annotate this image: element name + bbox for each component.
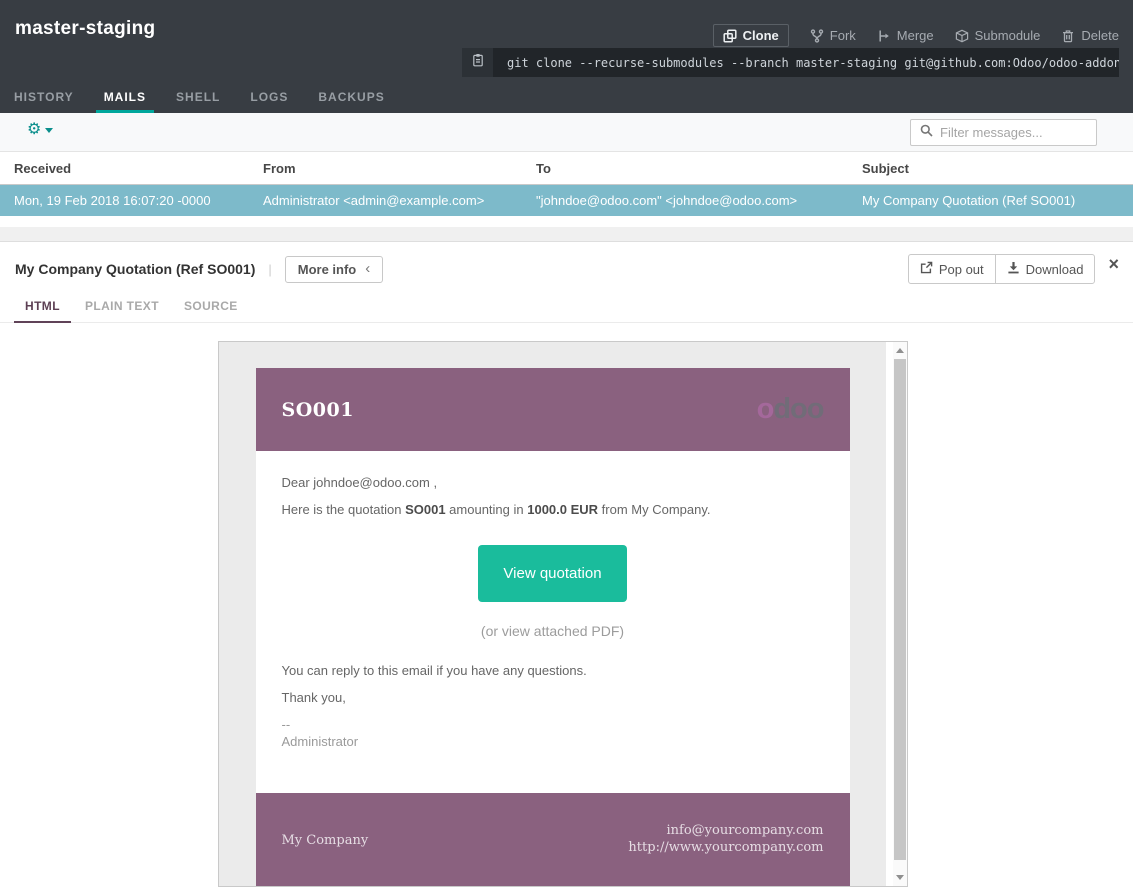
mail-detail-panel: My Company Quotation (Ref SO001) | More … (0, 242, 1133, 893)
tab-mails[interactable]: MAILS (96, 85, 154, 113)
clone-command-bar: git clone --recurse-submodules --branch … (462, 48, 1119, 77)
footer-company: My Company (282, 833, 369, 848)
table-tail (0, 216, 1133, 227)
email-preview-frame: SO001 odoo Dear johndoe@odoo.com , Here … (218, 341, 908, 887)
preview-scrollbar[interactable] (893, 342, 907, 886)
delete-label: Delete (1081, 28, 1119, 43)
email-footer-band: My Company info@yourcompany.com http://w… (256, 793, 850, 886)
mail-view-tabs: HTML PLAIN TEXT SOURCE (0, 293, 1133, 323)
pdf-note: (or view attached PDF) (282, 623, 824, 639)
delete-button[interactable]: Delete (1061, 28, 1119, 43)
column-from: From (249, 161, 522, 176)
download-button[interactable]: Download (995, 254, 1096, 284)
branch-actions: Clone Fork Merge (713, 24, 1119, 47)
download-icon (1007, 261, 1020, 277)
button-row: View quotation (282, 545, 824, 602)
cell-from: Administrator <admin@example.com> (249, 193, 522, 208)
branch-tabs: HISTORY MAILS SHELL LOGS BACKUPS (6, 85, 407, 113)
scroll-down-arrow[interactable] (893, 869, 907, 886)
section-divider (0, 227, 1133, 242)
copy-to-clipboard-button[interactable] (462, 48, 493, 77)
merge-label: Merge (897, 28, 934, 43)
tab-logs[interactable]: LOGS (242, 85, 296, 113)
footer-contact: info@yourcompany.com http://www.yourcomp… (628, 823, 823, 857)
fork-label: Fork (830, 28, 856, 43)
settings-dropdown-button[interactable]: ⚙ (27, 122, 53, 138)
footer-email: info@yourcompany.com (667, 823, 824, 838)
clone-button[interactable]: Clone (713, 24, 789, 47)
filter-messages-box (910, 119, 1097, 146)
cell-to: "johndoe@odoo.com" <johndoe@odoo.com> (522, 193, 848, 208)
external-link-icon (920, 261, 933, 277)
search-icon (920, 124, 933, 142)
pop-out-label: Pop out (939, 262, 984, 277)
tab-shell[interactable]: SHELL (168, 85, 228, 113)
table-row[interactable]: Mon, 19 Feb 2018 16:07:20 -0000 Administ… (0, 185, 1133, 216)
mail-detail-header: My Company Quotation (Ref SO001) | More … (0, 242, 1133, 290)
signature-separator: -- (282, 717, 824, 732)
odoo-logo: odoo (757, 395, 824, 424)
view-quotation-button[interactable]: View quotation (478, 545, 626, 602)
tab-html[interactable]: HTML (14, 293, 71, 323)
branch-title: master-staging (15, 18, 155, 40)
preview-gutter (886, 342, 893, 886)
thanks-line: Thank you, (282, 690, 824, 705)
scrollbar-thumb[interactable] (894, 359, 906, 860)
triangle-down-icon (896, 875, 904, 880)
branch-header: master-staging Clone Fork (0, 0, 1133, 113)
download-label: Download (1026, 262, 1084, 277)
caret-down-icon (45, 128, 53, 133)
submodule-label: Submodule (975, 28, 1041, 43)
clipboard-icon (471, 53, 485, 72)
clone-command-text: git clone --recurse-submodules --branch … (493, 48, 1119, 77)
greeting-line: Dear johndoe@odoo.com , (282, 475, 824, 490)
email-card: SO001 odoo Dear johndoe@odoo.com , Here … (256, 368, 850, 886)
tab-source[interactable]: SOURCE (173, 293, 249, 323)
merge-icon (877, 29, 891, 43)
mail-table: Received From To Subject Mon, 19 Feb 201… (0, 152, 1133, 227)
submodule-icon (955, 29, 969, 43)
tab-plain-text[interactable]: PLAIN TEXT (74, 293, 170, 323)
more-info-button[interactable]: More info ‹ (285, 256, 384, 283)
detail-header-actions: Pop out Download × (908, 254, 1119, 284)
quotation-ref: SO001 (405, 502, 445, 517)
more-info-label: More info (298, 262, 357, 277)
mail-table-header: Received From To Subject (0, 152, 1133, 185)
reply-note: You can reply to this email if you have … (282, 663, 824, 678)
merge-button[interactable]: Merge (877, 28, 934, 43)
column-received: Received (0, 161, 249, 176)
clone-icon (723, 29, 737, 43)
signature: Administrator (282, 734, 824, 749)
close-icon[interactable]: × (1108, 257, 1119, 271)
column-subject: Subject (848, 161, 1133, 176)
quotation-line: Here is the quotation SO001 amounting in… (282, 502, 824, 517)
submodule-button[interactable]: Submodule (955, 28, 1041, 43)
tab-history[interactable]: HISTORY (6, 85, 82, 113)
order-reference: SO001 (282, 399, 354, 421)
mails-toolbar: ⚙ (0, 113, 1133, 152)
tab-backups[interactable]: BACKUPS (310, 85, 392, 113)
email-document: SO001 odoo Dear johndoe@odoo.com , Here … (219, 342, 886, 886)
scroll-up-arrow[interactable] (893, 342, 907, 359)
cell-received: Mon, 19 Feb 2018 16:07:20 -0000 (0, 193, 249, 208)
email-body: Dear johndoe@odoo.com , Here is the quot… (256, 451, 850, 793)
column-to: To (522, 161, 848, 176)
email-header-band: SO001 odoo (256, 368, 850, 451)
fork-button[interactable]: Fork (810, 28, 856, 43)
clone-label: Clone (743, 28, 779, 43)
trash-icon (1061, 29, 1075, 43)
chevron-left-icon: ‹ (365, 264, 370, 274)
footer-website: http://www.yourcompany.com (628, 840, 823, 855)
pop-out-button[interactable]: Pop out (908, 254, 996, 284)
fork-icon (810, 29, 824, 43)
quotation-amount: 1000.0 EUR (527, 502, 598, 517)
title-separator: | (268, 262, 271, 277)
gear-icon: ⚙ (27, 122, 41, 138)
triangle-up-icon (896, 348, 904, 353)
filter-messages-input[interactable] (940, 125, 1087, 140)
mail-subject-title: My Company Quotation (Ref SO001) (15, 261, 255, 277)
cell-subject: My Company Quotation (Ref SO001) (848, 193, 1133, 208)
